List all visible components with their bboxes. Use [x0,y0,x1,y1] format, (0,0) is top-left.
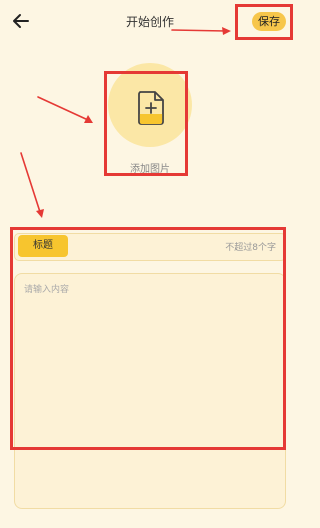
annotation-arrow-save [171,29,227,32]
annotation-arrows [20,27,231,218]
annotation-arrow-content [20,152,41,213]
annotation-arrow-image [37,96,89,121]
